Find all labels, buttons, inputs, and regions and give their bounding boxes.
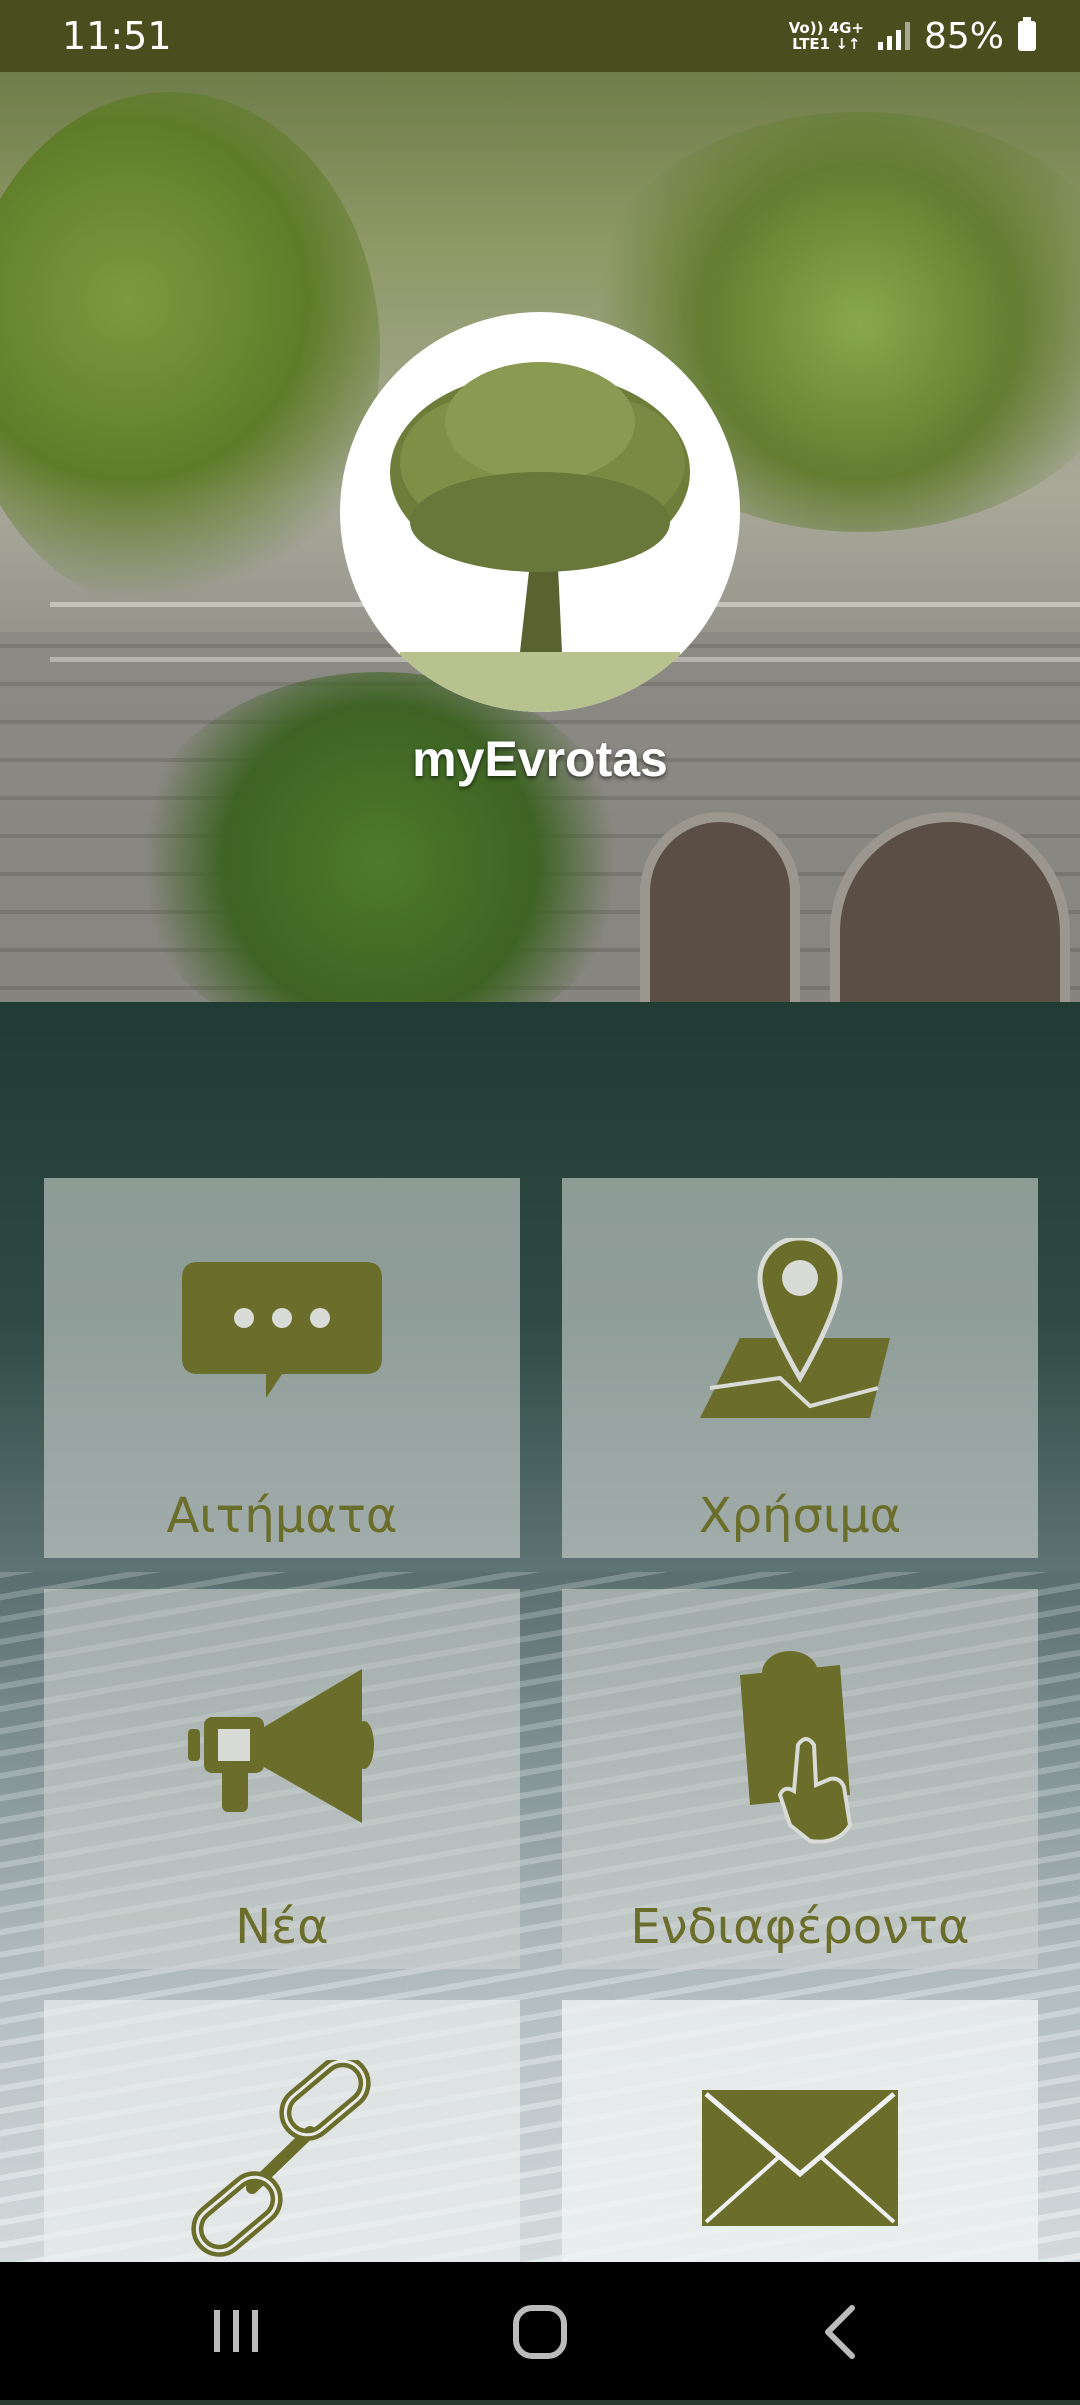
battery-percent: 85% <box>923 15 1004 57</box>
tile-label: Χρήσιμα <box>698 1488 902 1544</box>
tile-label: Αιτήματα <box>166 1488 398 1544</box>
back-button[interactable] <box>740 2262 940 2400</box>
system-nav-bar <box>0 2262 1080 2400</box>
oak-tree-logo-icon <box>390 362 690 712</box>
tile-useful[interactable]: Χρήσιμα <box>562 1178 1038 1558</box>
tile-news[interactable]: Νέα <box>44 1589 520 1969</box>
home-icon <box>513 2305 567 2359</box>
recents-button[interactable] <box>136 2262 336 2400</box>
status-icons: Vo)) 4G+ LTE1 ↓↑ 85% <box>789 16 1036 57</box>
map-pin-icon <box>700 1238 890 1418</box>
tile-label: Ενδιαφέροντα <box>630 1899 970 1955</box>
network-indicator: Vo)) 4G+ LTE1 ↓↑ <box>789 20 864 52</box>
chat-bubble-icon <box>182 1262 382 1398</box>
status-time: 11:51 <box>62 14 172 58</box>
megaphone-icon <box>188 1669 374 1823</box>
tile-label: Νέα <box>235 1899 329 1955</box>
home-button[interactable] <box>440 2262 640 2400</box>
network-line2: LTE1 ↓↑ <box>792 35 861 53</box>
tile-links[interactable] <box>44 2000 520 2262</box>
network-line1: Vo)) 4G+ <box>788 19 864 37</box>
app-title: myEvrotas <box>412 731 668 787</box>
status-bar: 11:51 Vo)) 4G+ LTE1 ↓↑ 85% <box>0 0 1080 72</box>
hand-pointer-document-icon <box>740 1651 853 1844</box>
tile-requests[interactable]: Αιτήματα <box>44 1178 520 1558</box>
envelope-icon <box>702 2090 898 2226</box>
battery-icon <box>1018 17 1036 51</box>
recents-icon <box>214 2310 258 2352</box>
tile-interests[interactable]: Ενδιαφέροντα <box>562 1589 1038 1969</box>
app-logo <box>340 312 740 712</box>
tile-contact[interactable] <box>562 2000 1038 2262</box>
link-chain-icon <box>191 2060 371 2257</box>
back-icon <box>825 2305 855 2359</box>
signal-icon <box>877 22 910 50</box>
